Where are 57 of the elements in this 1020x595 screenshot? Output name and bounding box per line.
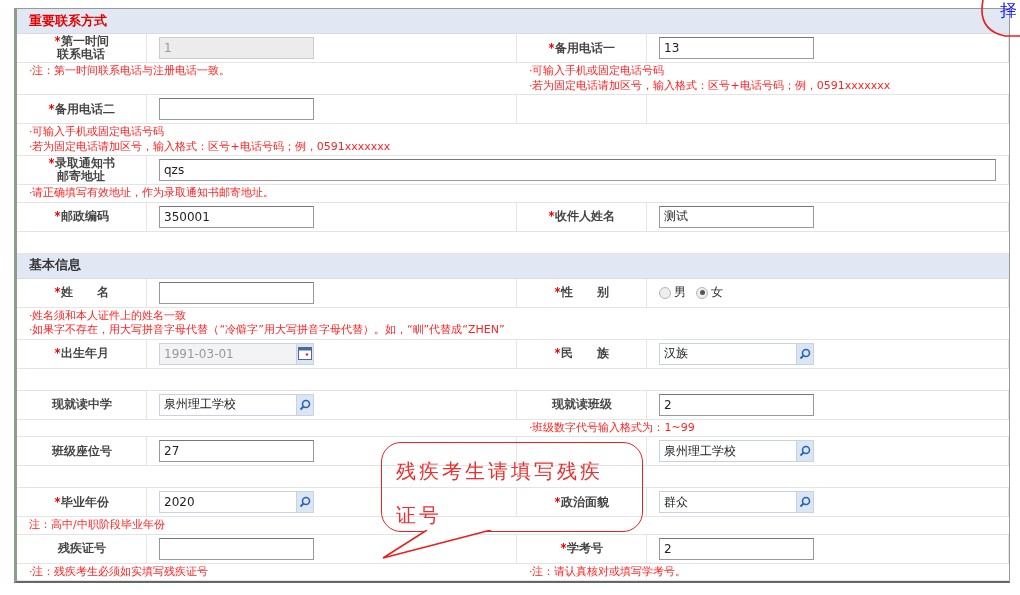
field-label: *学考号 [560, 542, 603, 555]
text-field[interactable]: 2 [659, 393, 814, 416]
radio-button[interactable] [659, 286, 671, 299]
field-label: *第一时间 联系电话 [54, 35, 109, 61]
field-label: *收件人姓名 [548, 210, 615, 223]
field-label: *邮政编码 [54, 210, 109, 223]
note-text: ·姓名须和本人证件上的姓名一致 [29, 308, 187, 323]
text-field[interactable] [159, 281, 314, 304]
search-field[interactable]: 汉族 [659, 342, 796, 365]
text-field[interactable]: 2 [659, 537, 814, 560]
note-text: ·注：请认真核对或填写学考号。 [529, 564, 687, 579]
search-field[interactable]: 泉州理工学校 [659, 440, 796, 462]
field-label: *备用电话一 [548, 41, 615, 55]
text-field[interactable] [159, 537, 314, 560]
field-label: *毕业年份 [54, 495, 109, 509]
search-button[interactable] [296, 393, 314, 416]
text-field[interactable] [159, 98, 314, 120]
text-field[interactable]: qzs [159, 159, 996, 181]
search-field[interactable]: 泉州理工学校 [159, 393, 296, 416]
note-text: ·请正确填写有效地址，作为录取通知书邮寄地址。 [29, 186, 275, 201]
radio-button[interactable] [696, 286, 708, 299]
note-text: ·可输入手机或固定电话号码 [29, 125, 165, 140]
note-text: ·注：第一时间联系电话与注册电话一致。 [29, 64, 231, 79]
radio-label: 男 [674, 284, 686, 301]
section-title: 基本信息 [29, 257, 81, 274]
note-text: ·可输入手机或固定电话号码 [529, 64, 665, 79]
field-label: *性 别 [554, 286, 609, 299]
text-field[interactable]: 27 [159, 440, 314, 462]
field-label: *录取通知书 邮寄地址 [48, 157, 115, 183]
note-text: ·注：残疾考生必须如实填写残疾证号 [29, 564, 209, 579]
field-label: 现就读班级 [551, 398, 612, 411]
field-label: 班级座位号 [51, 444, 112, 458]
text-field[interactable]: 13 [659, 37, 814, 59]
note-text: 注：高中/中职阶段毕业年份 [29, 518, 165, 533]
text-field[interactable]: 测试 [659, 205, 814, 228]
note-text: ·如果字不存在，用大写拼音字母代替（“冷僻字”用大写拼音字母代替）。如，“甽”代替成“ZHEN” [29, 323, 505, 338]
field-label: *民 族 [554, 347, 609, 360]
field-label: *姓 名 [54, 286, 109, 299]
section-title: 重要联系方式 [29, 12, 107, 30]
note-text: ·班级数字代号输入格式为：1~99 [529, 420, 695, 435]
field-label: 残疾证号 [57, 542, 106, 555]
field-label: *出生年月 [54, 347, 109, 360]
radio-label: 女 [711, 284, 723, 301]
calendar-button[interactable] [296, 342, 314, 365]
search-button[interactable] [296, 491, 314, 513]
field-label: *政治面貌 [554, 495, 609, 509]
note-text: ·若为固定电话请加区号，输入格式：区号+电话号码；例，0591xxxxxxx [529, 78, 891, 93]
field-label: *备用电话二 [48, 102, 115, 116]
search-field[interactable]: 群众 [659, 491, 796, 513]
text-field[interactable]: 350001 [159, 205, 314, 228]
field-label: 现就读中学 [51, 398, 112, 411]
search-button[interactable] [796, 440, 814, 462]
search-field[interactable]: 2020 [159, 491, 296, 513]
annotation-text: 择 [1000, 0, 1017, 20]
search-button[interactable] [796, 342, 814, 365]
search-button[interactable] [796, 491, 814, 513]
note-text: ·若为固定电话请加区号，输入格式：区号+电话号码；例，0591xxxxxxx [29, 139, 391, 154]
